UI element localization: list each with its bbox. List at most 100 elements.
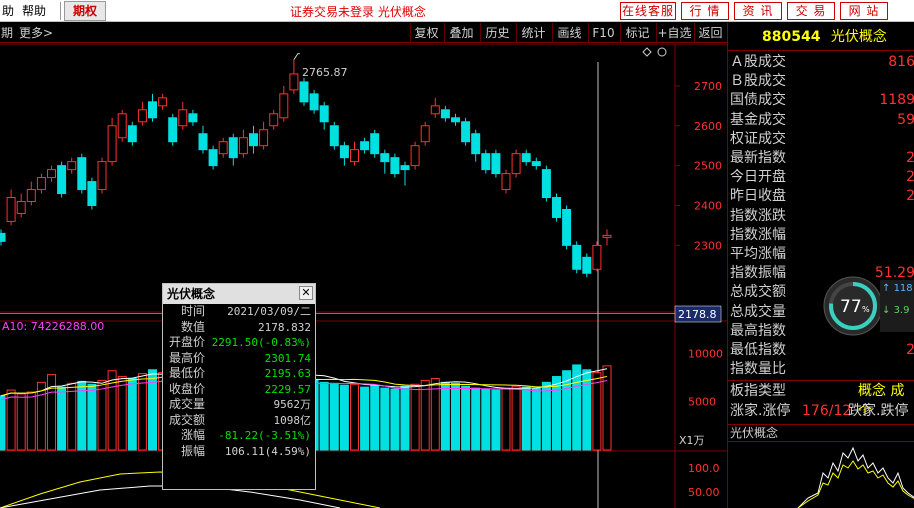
volume-bar (47, 374, 56, 451)
candle-body (36, 177, 46, 191)
volume-bar (380, 387, 390, 451)
mark-button[interactable]: 标记 (620, 23, 654, 43)
stat-label: 基金成交 (730, 111, 786, 128)
tooltip-header[interactable]: 光伏概念 ✕ (163, 284, 315, 304)
menu-item-help[interactable]: 帮助 (22, 3, 46, 19)
index-header: 880544 光伏概念 (728, 23, 914, 51)
candle-body (198, 133, 208, 151)
menu-item-assist[interactable]: 助 (2, 3, 14, 19)
more-button[interactable]: 更多> (16, 23, 56, 43)
volume-bar (319, 381, 329, 451)
close-icon[interactable]: ✕ (299, 286, 313, 300)
tooltip-row: 振幅 106.11(4.59%) (163, 444, 315, 460)
trade-button[interactable]: 交 易 (787, 2, 835, 20)
cpu-gauge-widget[interactable]: 77 % (823, 276, 883, 336)
add-watchlist-button[interactable]: +自选 (656, 23, 692, 43)
volume-bar (370, 384, 380, 451)
stat-row: 指数涨跌 (728, 207, 914, 226)
stat-label: 最新指数 (730, 150, 786, 166)
data-tooltip-window[interactable]: 光伏概念 ✕ 时间 2021/03/09/二 数值 2178.832 开盘价 2291.5… (162, 283, 316, 490)
candle-body (360, 141, 370, 151)
limit-up-label: 涨家.涨停 (730, 403, 791, 419)
tooltip-row: 开盘价 2291.50(-0.83%) (163, 335, 315, 351)
stat-label: 指数振幅 (730, 265, 786, 282)
volume-bar (36, 381, 46, 451)
menu-divider (60, 2, 61, 20)
indicator-tick-label: 50.00 (688, 486, 720, 499)
limit-down-label: 跌家.跌停 (848, 403, 909, 419)
f10-button[interactable]: F10 (588, 23, 618, 43)
mini-intraday-chart[interactable] (728, 443, 914, 508)
stat-label: 今日开盘 (730, 169, 786, 186)
stat-row: 平均涨幅 (728, 245, 914, 264)
volume-bar (410, 383, 420, 451)
stat-label: 指数量比 (730, 361, 786, 378)
menu-item-options[interactable]: 期权 (64, 1, 106, 21)
tooltip-row-value: 1098亿 (273, 413, 312, 427)
board-type-row: 板指类型 概念 成个 (728, 380, 914, 419)
volume-bar (491, 389, 501, 451)
stat-label: 国债成交 (730, 92, 786, 109)
candle-body (562, 208, 572, 246)
candle-body (238, 137, 248, 155)
online-service-button[interactable]: 在线客服 (620, 2, 676, 20)
kline-chart[interactable]: 27002600250024002300100005000100.050.00 … (0, 44, 727, 508)
candle-body (299, 81, 309, 103)
stat-label: 最高指数 (730, 322, 786, 339)
volume-bar (602, 365, 612, 451)
stat-label: 总成交额 (730, 284, 786, 301)
chart-toolbar: 期 更多> 复权 叠加 历史 统计 画线 F10 标记 +自选 返回 (0, 23, 727, 43)
candle-body (188, 113, 198, 123)
gauge-unit: % (862, 305, 870, 314)
volume-bar (531, 387, 541, 451)
period-button[interactable]: 期 (0, 23, 14, 43)
volume-bar (501, 387, 511, 451)
limit-up-down-row: 涨家.涨停 176/12 跌家.跌停 (728, 401, 914, 421)
tooltip-row-label: 数值 (180, 319, 205, 334)
history-button[interactable]: 历史 (480, 23, 514, 43)
tooltip-row-value: 2229.57 (264, 382, 311, 396)
tooltip-row: 成交额 1098亿 (163, 413, 315, 429)
market-button[interactable]: 行 情 (681, 2, 729, 20)
candle-body (0, 232, 6, 242)
stat-value: 59 (897, 111, 914, 128)
website-button[interactable]: 网 站 (840, 2, 888, 20)
price-tick-label: 2300 (694, 239, 722, 252)
candle-body (279, 93, 289, 119)
circle-icon[interactable] (657, 47, 667, 57)
volume-bar (360, 386, 370, 451)
diamond-icon[interactable] (642, 47, 652, 57)
tooltip-row-label: 最低价 (168, 366, 205, 380)
stat-label: 平均涨幅 (730, 246, 786, 262)
mini-chart-title: 光伏概念 (728, 424, 914, 442)
back-button[interactable]: 返回 (694, 23, 726, 43)
candle-body (380, 153, 390, 163)
candle-body (410, 145, 420, 167)
statistics-button[interactable]: 统计 (516, 23, 550, 43)
price-tick-label: 2700 (694, 80, 722, 93)
stat-value: 2 (906, 150, 914, 166)
volume-bar (350, 383, 359, 451)
candle-body (158, 97, 168, 107)
candle-body (127, 125, 137, 143)
stat-row: Ｂ股成交 (728, 72, 914, 91)
candle-body (400, 165, 410, 171)
overlay-button[interactable]: 叠加 (444, 23, 478, 43)
tooltip-row: 数值 2178.832 (163, 320, 315, 336)
stat-row: 最低指数 2 (728, 341, 914, 360)
adjust-button[interactable]: 复权 (410, 23, 442, 43)
tooltip-row-value: 106.11(4.59%) (224, 444, 311, 458)
candle-body (329, 125, 339, 147)
volume-bar (461, 385, 471, 451)
stat-row: 权证成交 (728, 130, 914, 149)
draw-line-button[interactable]: 画线 (552, 23, 586, 43)
news-button[interactable]: 资 讯 (734, 2, 782, 20)
peak-price-label: 2765.87 (302, 66, 348, 79)
candle-body (47, 169, 56, 179)
volume-bar (67, 382, 77, 451)
tooltip-row-label: 收盘价 (168, 381, 205, 396)
candle-body (77, 157, 87, 191)
candle-body (602, 234, 612, 238)
tooltip-row: 涨幅 -81.22(-3.51%) (163, 428, 315, 444)
candle-body (531, 161, 541, 167)
